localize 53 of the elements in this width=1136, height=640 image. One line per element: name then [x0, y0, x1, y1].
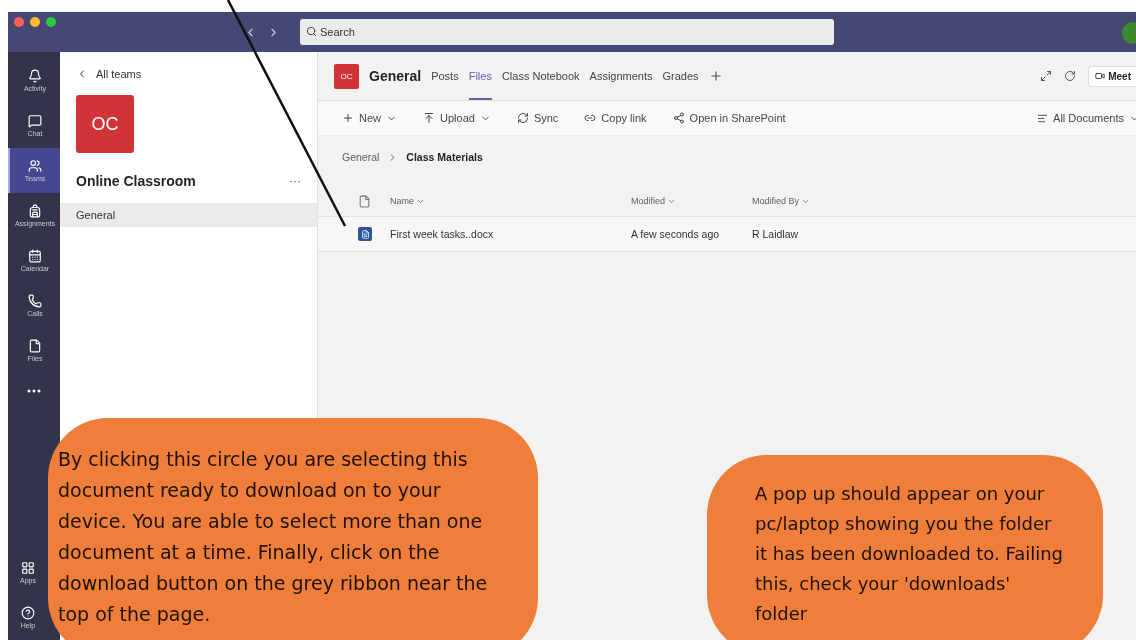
view-dropdown[interactable]: All Documents: [1037, 112, 1136, 124]
plus-icon: [342, 112, 354, 124]
search-field[interactable]: Search: [300, 19, 834, 45]
column-header[interactable]: Name: [390, 196, 631, 206]
video-icon: [1095, 71, 1106, 81]
more-button[interactable]: ···: [289, 174, 301, 188]
refresh-icon[interactable]: [1064, 70, 1077, 82]
upload-icon: [423, 112, 435, 124]
share-icon: [672, 112, 685, 124]
expand-icon[interactable]: [1040, 70, 1053, 82]
tab[interactable]: Class Notebook: [501, 52, 580, 100]
toolbar-button[interactable]: Open in SharePoint: [672, 112, 786, 124]
channel-name: General: [369, 68, 422, 84]
file-row[interactable]: First week tasks..docx A few seconds ago R Laidlaw: [318, 217, 1136, 252]
help-icon: [21, 606, 35, 620]
people-icon: [28, 159, 42, 173]
tab[interactable]: Grades: [662, 52, 699, 100]
meet-button[interactable]: Meet: [1088, 65, 1136, 87]
calendar-icon: [28, 249, 42, 263]
toolbar-button[interactable]: New: [342, 112, 397, 124]
file-icon: [28, 339, 42, 353]
toolbar-button[interactable]: Upload: [423, 112, 491, 124]
column-header[interactable]: Modified By: [752, 196, 1136, 206]
backpack-icon: [28, 204, 42, 218]
phone-icon: [28, 294, 42, 308]
sync-icon: [516, 112, 529, 124]
chat-icon: [28, 114, 42, 128]
toolbar-button[interactable]: Sync: [516, 112, 559, 124]
apps-icon: [21, 561, 35, 575]
word-document-icon: [358, 227, 372, 241]
file-type-icon: [358, 194, 371, 208]
channel-avatar: OC: [334, 63, 359, 89]
callout-text: A pop up should appear on your pc/laptop showing you the folder it has been downloaded to. Failing this, check your 'downloads' folder: [707, 455, 1103, 640]
breadcrumb-item[interactable]: General: [342, 151, 380, 163]
table-cell-text: R Laidlaw: [752, 228, 800, 240]
add-tab-icon[interactable]: [708, 69, 723, 83]
more-icon[interactable]: [27, 389, 41, 393]
table-cell-text: A few seconds ago: [631, 228, 721, 240]
breadcrumb-item[interactable]: Class Materials: [406, 151, 483, 163]
column-header[interactable]: Modified: [631, 196, 752, 206]
channel-item[interactable]: General: [60, 203, 317, 227]
bell-icon: [28, 69, 42, 83]
all-teams-link[interactable]: All teams: [60, 52, 317, 80]
tab[interactable]: Assignments: [589, 52, 653, 100]
team-name: Online Classroom: [76, 173, 196, 189]
team-avatar: OC: [76, 95, 134, 153]
list-icon: [1037, 112, 1049, 124]
toolbar-button[interactable]: Copy link: [584, 112, 647, 124]
link-icon: [584, 112, 597, 124]
tab[interactable]: Posts: [431, 52, 459, 100]
callout-text: By clicking this circle you are selecting this document ready to download on to your device. You are able to select more than one document at a time. Finally, click on the download button on the grey ribbon near the top of the page.: [48, 418, 538, 640]
file-name[interactable]: First week tasks..docx: [390, 228, 631, 240]
search-icon: [306, 26, 317, 37]
